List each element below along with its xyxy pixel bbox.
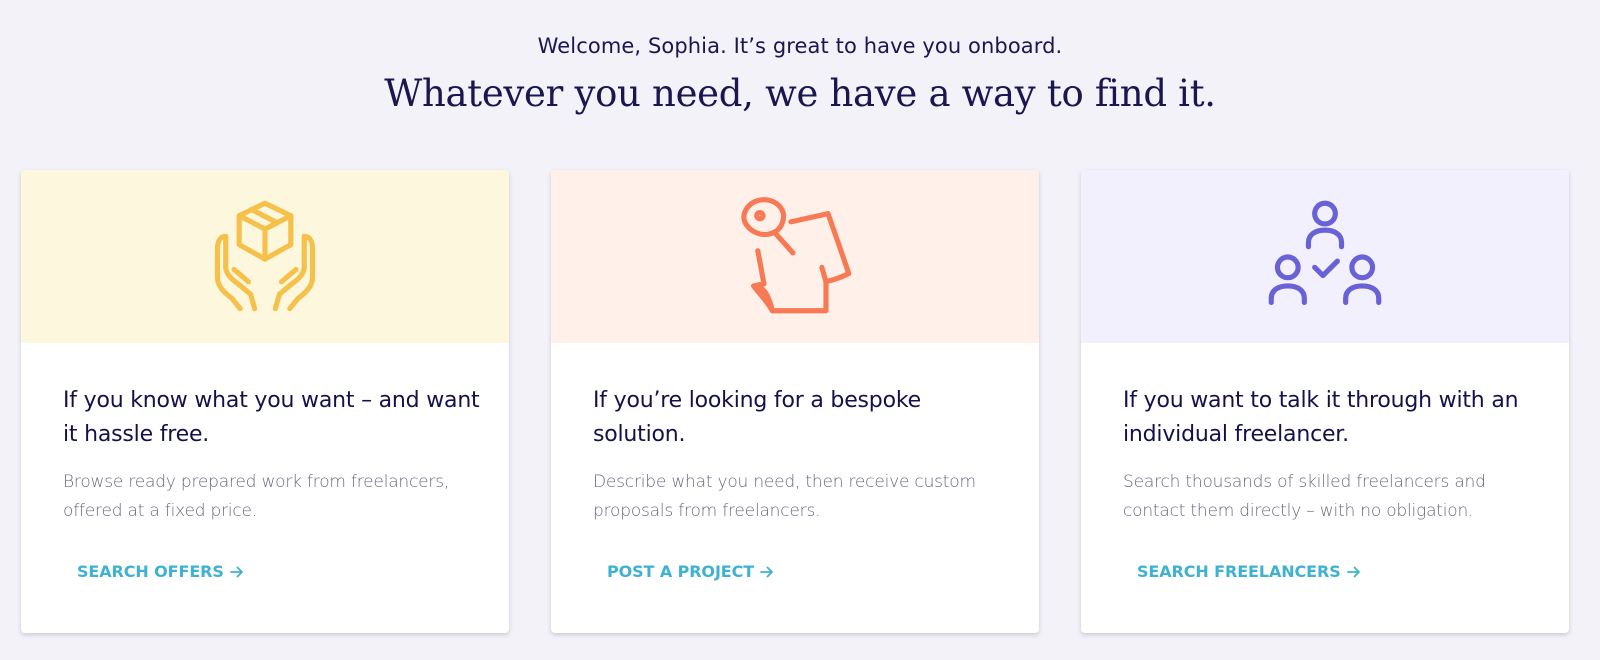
offers-card: If you know what you want – and want it … [21,170,509,633]
welcome-message: Welcome, Sophia. It’s great to have you … [537,34,1063,58]
project-card-description: Describe what you need, then receive cus… [593,472,976,521]
offers-card-description: Browse ready prepared work from freelanc… [63,472,450,521]
project-card-banner [551,170,1039,343]
pinned-note-icon [741,196,852,313]
search-offers-label: SEARCH OFFERS [77,562,224,581]
offers-card-banner [21,170,509,343]
project-card-title: If you’re looking for a bespoke solution… [593,388,921,447]
freelancers-card-description: Search thousands of skilled freelancers … [1123,472,1486,521]
team-people-icon [1268,200,1382,305]
freelancers-card: If you want to talk it through with an i… [1081,170,1569,633]
offers-card-title: If you know what you want – and want it … [63,388,480,447]
project-card: If you’re looking for a bespoke solution… [551,170,1039,633]
post-project-label: POST A PROJECT [607,562,755,581]
arrow-right-icon [229,566,243,577]
arrow-right-icon [1346,566,1360,577]
freelancers-card-banner [1081,170,1569,343]
freelancers-card-title: If you want to talk it through with an i… [1123,388,1519,447]
box-in-hands-icon [214,200,316,311]
arrow-right-icon [760,566,773,577]
search-freelancers-link[interactable]: SEARCH FREELANCERS [1137,562,1361,581]
post-project-link[interactable]: POST A PROJECT [607,562,774,581]
page-headline: Whatever you need, we have a way to find… [384,72,1216,115]
search-freelancers-label: SEARCH FREELANCERS [1137,562,1341,581]
search-offers-link[interactable]: SEARCH OFFERS [77,562,244,581]
